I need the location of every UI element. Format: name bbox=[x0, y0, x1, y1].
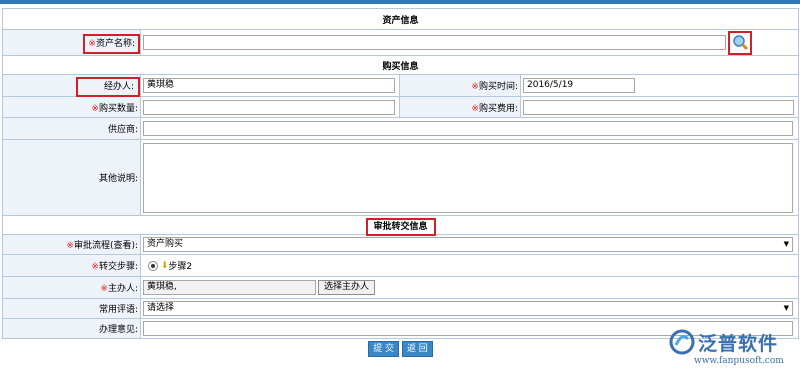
main-handler-label: 主办人: bbox=[107, 284, 138, 294]
section-approval-info: 审批转交信息 bbox=[365, 217, 436, 236]
section-asset-info: 资产信息 bbox=[1, 8, 800, 30]
purchase-time-input[interactable]: 2016/5/19 bbox=[523, 78, 635, 93]
search-icon[interactable] bbox=[728, 30, 752, 55]
asset-name-input[interactable] bbox=[143, 35, 726, 50]
purchase-time-label: 购买时间: bbox=[478, 82, 518, 92]
common-phrases-select[interactable]: 请选择 ▼ bbox=[143, 301, 793, 316]
approval-flow-label: 审批流程(查看): bbox=[73, 241, 138, 251]
opinion-label: 办理意见: bbox=[2, 318, 141, 339]
asset-name-label: ※资产名称: bbox=[2, 29, 141, 56]
handler-input[interactable]: 黄琪稳 bbox=[143, 78, 395, 93]
other-notes-label: 其他说明: bbox=[2, 139, 141, 216]
common-phrases-label: 常用评语: bbox=[2, 298, 141, 319]
logo-name: 泛普软件 bbox=[698, 333, 779, 355]
brand-logo: 泛普软件 www.fanpusoft.com bbox=[668, 326, 794, 372]
purchase-cost-input[interactable] bbox=[523, 99, 794, 115]
chevron-down-icon: ▼ bbox=[783, 304, 789, 312]
logo-mark-icon bbox=[669, 329, 695, 355]
purchase-qty-input[interactable] bbox=[143, 99, 395, 115]
purchase-cost-label: 购买费用: bbox=[478, 103, 518, 114]
supplier-label: 供应商: bbox=[2, 117, 141, 140]
other-notes-textarea[interactable] bbox=[143, 142, 793, 213]
transfer-step-label: 转交步骤: bbox=[98, 262, 138, 272]
purchase-qty-label: 购买数量: bbox=[98, 103, 138, 114]
main-handler-input[interactable]: 黄琪稳, bbox=[143, 280, 316, 295]
transfer-step-option: 步骤2 bbox=[168, 262, 193, 272]
handler-label: 经办人: bbox=[2, 74, 141, 97]
top-accent-bar bbox=[0, 0, 800, 4]
submit-button[interactable]: 提 交 bbox=[368, 340, 400, 357]
logo-url: www.fanpusoft.com bbox=[694, 356, 784, 366]
supplier-input[interactable] bbox=[143, 121, 793, 136]
select-main-handler-button[interactable]: 选择主办人 bbox=[318, 280, 376, 295]
required-mark: ※ bbox=[88, 39, 96, 49]
approval-flow-select[interactable]: 资产购买 ▼ bbox=[143, 237, 793, 252]
step-radio[interactable] bbox=[148, 260, 158, 271]
asset-purchase-form: 资产信息 ※资产名称: 购买信息 经办人: 黄琪稳 ※购买时间: 2016/5/… bbox=[1, 8, 800, 359]
back-button[interactable]: 返 回 bbox=[401, 340, 433, 357]
section-purchase-info: 购买信息 bbox=[1, 55, 800, 75]
chevron-down-icon: ▼ bbox=[783, 240, 789, 248]
